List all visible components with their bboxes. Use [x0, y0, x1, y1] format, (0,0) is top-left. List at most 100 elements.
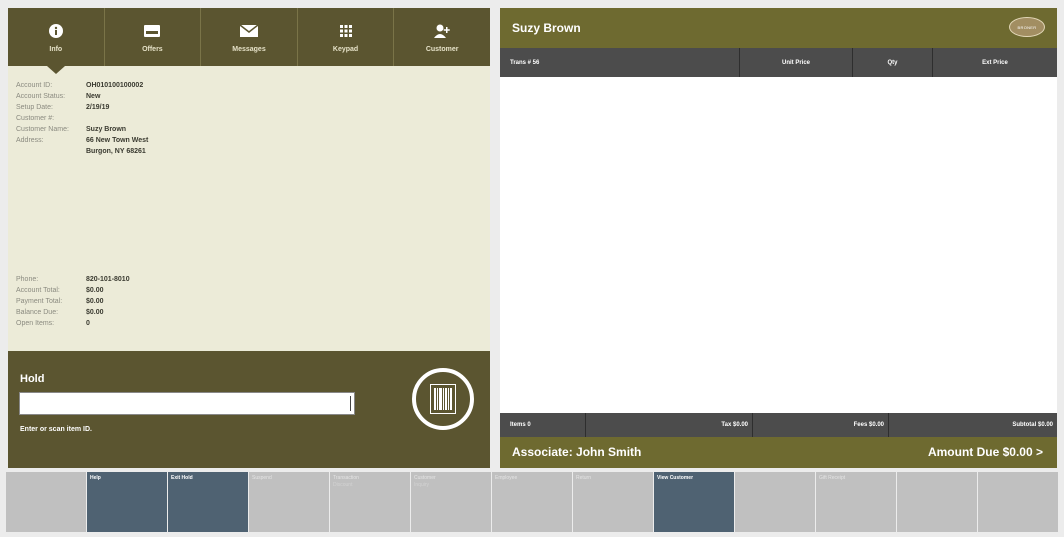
balance-details: Phone: 820-101-8010 Account Total: $0.00 P…	[16, 274, 130, 329]
field-label: Payment Total:	[16, 298, 63, 305]
phone-row: Phone: 820-101-8010	[16, 274, 130, 285]
field-value: $0.00	[86, 309, 104, 316]
account-id-row: Account ID: OH010100100002	[16, 80, 148, 91]
column-unit-price: Unit Price	[740, 48, 853, 77]
field-label: Customer #:	[16, 115, 55, 122]
function-key-10[interactable]	[735, 472, 815, 532]
column-ext-price: Ext Price	[982, 59, 1008, 66]
field-value: 820-101-8010	[86, 276, 130, 283]
exit-hold-button[interactable]: Exit Hold	[168, 472, 248, 532]
function-key-label: Gift Receipt	[819, 475, 846, 481]
customer-name-row: Customer Name: Suzy Brown	[16, 124, 148, 135]
transaction-header: Suzy Brown BRONER	[500, 8, 1057, 48]
field-value: $0.00	[86, 298, 104, 305]
transaction-discount-button[interactable]: Transaction Discount	[330, 472, 410, 532]
brand-logo: BRONER	[1009, 17, 1045, 37]
column-trans-number: Trans # 56	[500, 48, 740, 77]
field-label: Phone:	[16, 276, 39, 283]
customer-number-row: Customer #:	[16, 113, 148, 124]
payment-total-row: Payment Total: $0.00	[16, 296, 130, 307]
field-label: Customer Name:	[16, 126, 69, 133]
transaction-items-list[interactable]	[500, 77, 1057, 413]
employee-button[interactable]: Employee	[492, 472, 572, 532]
field-value: Burgon, NY 68261	[86, 148, 146, 155]
tab-label: Keypad	[332, 45, 359, 53]
field-label: Account ID:	[16, 82, 53, 89]
item-id-input[interactable]	[19, 392, 355, 415]
field-value: 2/19/19	[86, 104, 110, 111]
field-label: Open Items:	[16, 320, 55, 327]
tab-customer[interactable]: Customer	[394, 8, 490, 66]
field-label: Address:	[16, 137, 44, 144]
function-key-label: View Customer	[657, 475, 694, 481]
function-key-bar: Help Exit Hold Suspend Transaction Discou…	[6, 472, 1058, 532]
account-details: Account ID: OH010100100002 Account Status…	[16, 80, 148, 157]
tax-total: Tax $0.00	[586, 413, 753, 437]
associate-bar: Associate: John Smith Amount Due $0.00 >	[500, 437, 1057, 468]
customer-info-panel: Info Offers Messages Keypad Customer Acc…	[8, 8, 490, 468]
function-key-12[interactable]	[897, 472, 977, 532]
keypad-icon	[339, 22, 352, 40]
column-qty: Qty	[853, 48, 933, 77]
customer-inquiry-button[interactable]: Customer Inquiry	[411, 472, 491, 532]
hold-title: Hold	[20, 373, 45, 385]
gift-receipt-button[interactable]: Gift Receipt	[816, 472, 896, 532]
function-key-sublabel: Inquiry	[414, 482, 430, 488]
function-key-label: Customer	[414, 475, 436, 481]
envelope-icon	[239, 22, 258, 40]
fees-total: Fees $0.00	[753, 413, 889, 437]
balance-due-row: Balance Due: $0.00	[16, 307, 130, 318]
items-count: Items 0	[500, 413, 586, 437]
suspend-button[interactable]: Suspend	[249, 472, 329, 532]
tab-label: Messages	[232, 45, 266, 53]
address-line2-row: Burgon, NY 68261	[16, 146, 148, 157]
function-key-1[interactable]	[6, 472, 86, 532]
add-customer-icon	[434, 22, 450, 40]
customer-name-title: Suzy Brown	[512, 21, 581, 35]
transaction-totals: Items 0 Tax $0.00 Fees $0.00 Subtotal $0…	[500, 413, 1057, 437]
view-customer-button[interactable]: View Customer	[654, 472, 734, 532]
tab-label: Offers	[142, 45, 163, 53]
help-button[interactable]: Help	[87, 472, 167, 532]
offers-icon	[144, 22, 161, 40]
function-key-sublabel: Discount	[333, 482, 353, 488]
tab-label: Customer	[425, 45, 459, 53]
field-label: Account Status:	[16, 93, 66, 100]
return-button[interactable]: Return	[573, 472, 653, 532]
tab-info[interactable]: Info	[8, 8, 105, 74]
setup-date-row: Setup Date: 2/19/19	[16, 102, 148, 113]
subtotal: Subtotal $0.00	[1012, 422, 1053, 428]
field-value: Suzy Brown	[86, 126, 127, 133]
field-value: OH010100100002	[86, 82, 144, 89]
tab-keypad[interactable]: Keypad	[298, 8, 395, 66]
account-total-row: Account Total: $0.00	[16, 285, 130, 296]
hold-hint: Enter or scan item ID.	[20, 426, 92, 433]
field-value: 66 New Town West	[86, 137, 149, 144]
hold-section: Hold Enter or scan item ID.	[8, 351, 490, 468]
tab-label: Info	[49, 45, 63, 53]
transaction-panel: Suzy Brown BRONER Trans # 56 Unit Price …	[500, 8, 1057, 468]
open-items-row: Open Items: 0	[16, 318, 130, 329]
barcode-icon	[430, 384, 456, 414]
scan-barcode-button[interactable]	[412, 368, 474, 430]
function-key-label: Employee	[495, 475, 518, 481]
tab-messages[interactable]: Messages	[201, 8, 298, 66]
info-icon	[48, 22, 63, 40]
address-row: Address: 66 New Town West	[16, 135, 148, 146]
associate-name: Associate: John Smith	[512, 445, 642, 459]
tab-offers[interactable]: Offers	[105, 8, 202, 66]
function-key-label: Exit Hold	[171, 475, 193, 481]
amount-due-button[interactable]: Amount Due $0.00 >	[928, 445, 1043, 459]
function-key-label: Return	[576, 475, 592, 481]
function-key-13[interactable]	[978, 472, 1058, 532]
account-status-row: Account Status: New	[16, 91, 148, 102]
field-label: Balance Due:	[16, 309, 59, 316]
field-value: $0.00	[86, 287, 104, 294]
transaction-table-header: Trans # 56 Unit Price Qty Ext Price	[500, 48, 1057, 77]
function-key-label: Help	[90, 475, 101, 481]
function-key-label: Suspend	[252, 475, 272, 481]
function-key-label: Transaction	[333, 475, 359, 481]
field-value: New	[86, 93, 101, 100]
field-label: Account Total:	[16, 287, 60, 294]
field-label: Setup Date:	[16, 104, 53, 111]
